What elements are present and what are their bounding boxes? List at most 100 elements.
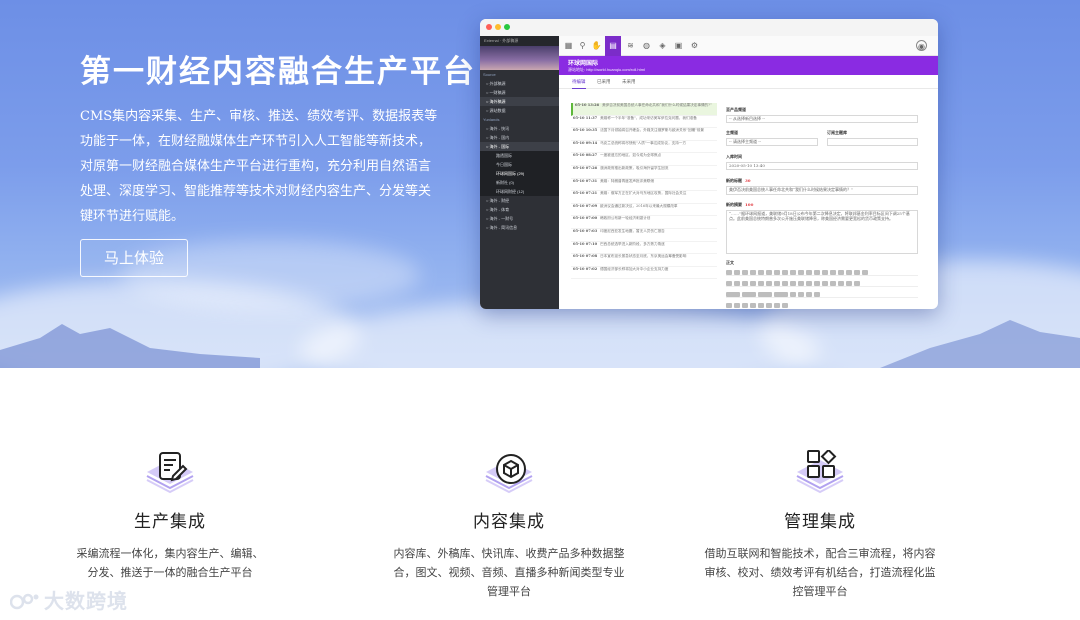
watermark-logo-icon bbox=[10, 593, 39, 610]
title-char-count: 30 bbox=[745, 178, 751, 183]
feature-title: 管理集成 bbox=[784, 512, 856, 532]
news-time: 05-10 07:08 bbox=[573, 254, 598, 259]
sidebar-item[interactable]: ○ 海外 - 国际 bbox=[480, 142, 559, 151]
sidebar-item[interactable]: ○ 海外 - 财经 bbox=[480, 196, 559, 205]
news-list-item[interactable]: 05-10 09:14 乌克兰总统称将尽快就"人质"一事达成协议，支持一方 bbox=[571, 141, 717, 154]
document-edit-icon bbox=[143, 450, 197, 494]
news-time: 05-10 07:09 bbox=[573, 203, 598, 208]
subscription-label: 订阅主题库 bbox=[827, 130, 847, 135]
tab-pending[interactable]: 待编辑 bbox=[572, 79, 586, 89]
mock-sidebar-title: External · 外部稿源 bbox=[480, 36, 559, 46]
tab-used[interactable]: 已采用 bbox=[597, 79, 611, 85]
news-list-item[interactable]: 05-10 07:31 美媒：特朗普再度发声批评美联储 bbox=[571, 179, 717, 192]
tab-unused[interactable]: 未采用 bbox=[622, 79, 636, 85]
sidebar-item[interactable]: ○ 海外 - 体育 bbox=[480, 205, 559, 214]
sidebar-item[interactable]: ○ 海外稿源 bbox=[480, 97, 559, 106]
mock-toolbar: ▦ ⚲ ✋ ▤ ≋ ◍ ◈ ▣ ⚙ ◉ bbox=[559, 36, 938, 56]
sidebar-item[interactable]: ○ 源站数据 bbox=[480, 106, 559, 115]
user-avatar-icon[interactable]: ◉ bbox=[916, 40, 927, 51]
feature-content: 内容集成 内容库、外稿库、快讯库、收费产品多种数据整合，图文、视频、音频、直播多… bbox=[359, 450, 659, 601]
news-list-item[interactable]: 05-10 07:10 巴西总统选举进入新阶段，多方势力角逐 bbox=[571, 242, 717, 255]
maximize-dot-icon bbox=[504, 24, 510, 30]
product-channel-select[interactable]: -- 从选择新目选择 -- bbox=[726, 115, 918, 123]
sidebar-section-header: Source bbox=[483, 72, 496, 77]
news-list-item[interactable]: 05-10 13:26 美伊否决前美国总统人事任命北共和“我们什么时候结果决定事情… bbox=[571, 103, 717, 116]
news-time: 05-10 09:14 bbox=[573, 140, 598, 145]
hero-description: CMS集内容采集、生产、审核、推送、绩效考评、数据报表等功能于一体，在财经融媒体… bbox=[80, 109, 438, 224]
news-time: 05-10 07:00 bbox=[573, 216, 598, 221]
sidebar-item[interactable]: 新财社 (0) bbox=[480, 178, 559, 187]
mock-sidebar-list: Source ○ 外部稿源 ○ 一财稿源 ○ 海外稿源 ○ 源站数据 Yunlands ○ … bbox=[480, 70, 559, 232]
globe-icon[interactable]: ◍ bbox=[641, 40, 652, 51]
window-titlebar bbox=[480, 19, 938, 36]
sidebar-item[interactable]: ○ 海外 - 简讯信息 bbox=[480, 223, 559, 232]
minimize-dot-icon bbox=[495, 24, 501, 30]
sidebar-item[interactable]: 今日国际 bbox=[480, 160, 559, 169]
time-input[interactable]: 2020-05-10 13:40 bbox=[726, 162, 918, 170]
news-headline: 乌克兰总统称将尽快就"人质"一事达成协议，支持一方 bbox=[600, 140, 687, 145]
subscription-input[interactable] bbox=[827, 138, 918, 146]
news-time: 05-10 07:21 bbox=[573, 191, 598, 196]
news-list-item[interactable]: 05-10 07:26 澳洲政府推出新政策，吸引海外留学生回流 bbox=[571, 166, 717, 179]
news-time: 05-10 10:35 bbox=[573, 128, 598, 133]
news-list-item[interactable]: 05-10 07:03 印度尼西亚发生地震，暂无人员伤亡报告 bbox=[571, 229, 717, 242]
sidebar-item[interactable]: 环球网国际 (29) bbox=[480, 169, 559, 178]
sidebar-item[interactable]: ○ 一财稿源 bbox=[480, 88, 559, 97]
sidebar-item[interactable]: 环球网财经 (12) bbox=[480, 187, 559, 196]
editor-toolbar-row[interactable] bbox=[726, 269, 918, 276]
close-dot-icon bbox=[486, 24, 492, 30]
mock-tabs: 待编辑 已采用 未采用 bbox=[559, 75, 938, 89]
feature-title: 内容集成 bbox=[473, 512, 545, 532]
news-headline: 澳洲政府推出新政策，吸引海外留学生回流 bbox=[600, 165, 669, 170]
news-headline: 美媒：特朗普再度发声批评美联储 bbox=[600, 178, 654, 183]
source-header: 环球网国际 源站地址: http://world.huanqiu.com/rol… bbox=[559, 56, 938, 75]
news-list-item[interactable]: 05-10 10:35 法国下月领袖将召开峰会，外媒关注俄罗斯与欧洲关系"回暖"前… bbox=[571, 128, 717, 141]
news-list-item[interactable]: 05-10 08:27 一度被遗忘的地区，如今成为全球焦点 bbox=[571, 153, 717, 166]
document-icon[interactable]: ▤ bbox=[605, 36, 621, 56]
title-input[interactable]: 美伊否决前美国总统人事任命北共和“我们什么时候结果决定事情的？” bbox=[726, 186, 918, 195]
sidebar-item[interactable]: 路透国际 bbox=[480, 151, 559, 160]
mock-edit-form: 至产品频道 -- 从选择新目选择 -- 主频道 -- 请选择主频道 -- 订阅主… bbox=[726, 103, 921, 329]
news-list-item[interactable]: 05-10 07:21 美媒：俄军方正在扩大对乌东地区攻势，国际社会关注 bbox=[571, 191, 717, 204]
main-channel-select[interactable]: -- 请选择主频道 -- bbox=[726, 138, 818, 146]
pin-icon[interactable]: ⚲ bbox=[577, 40, 588, 51]
sidebar-item[interactable]: ○ 海外 - 国内 bbox=[480, 133, 559, 142]
editor-toolbar-row[interactable] bbox=[726, 280, 918, 287]
news-time: 05-10 07:02 bbox=[573, 266, 598, 271]
grid-icon bbox=[793, 448, 847, 494]
settings-icon[interactable]: ⚙ bbox=[689, 40, 700, 51]
sidebar-item[interactable]: ○ 外部稿源 bbox=[480, 79, 559, 88]
news-list-item[interactable]: 05-10 07:09 欧洲议会通过新决议，2016年以来最大规模改革 bbox=[571, 204, 717, 217]
news-list-item[interactable]: 05-10 07:02 德国经济部长称将加大对中小企业支持力度 bbox=[571, 267, 717, 280]
sidebar-item[interactable]: ○ 海外 - 一财号 bbox=[480, 214, 559, 223]
news-list-item[interactable]: 05-10 07:08 日本宣布延长紧急状态至月底，东京奥运会筹备受影响 bbox=[571, 254, 717, 267]
title-label: 新的标题 30 bbox=[726, 178, 751, 183]
hand-icon[interactable]: ✋ bbox=[591, 40, 602, 51]
editor-toolbar-row[interactable] bbox=[726, 302, 918, 309]
watermark-text: 大数跨境 bbox=[44, 589, 128, 613]
mock-news-list: 05-10 13:26 美伊否决前美国总统人事任命北共和“我们什么时候结果决定事情… bbox=[571, 103, 717, 329]
grid-icon[interactable]: ▦ bbox=[563, 40, 574, 51]
hero-title: 第一财经内容融合生产平台 bbox=[80, 54, 476, 90]
mock-sidebar-image bbox=[480, 46, 559, 70]
layers-icon[interactable]: ◈ bbox=[657, 40, 668, 51]
news-list-item[interactable]: 05-10 07:00 韩政府公布新一轮经济刺激计划 bbox=[571, 216, 717, 229]
try-now-button[interactable]: 马上体验 bbox=[80, 239, 188, 277]
news-time: 05-10 11:37 bbox=[573, 115, 598, 120]
summary-textarea[interactable]: “……”据环球网报道，美联储9月18日公布今年第二次降息决定，将联邦基金利率目标… bbox=[726, 210, 918, 254]
news-time: 05-10 13:26 bbox=[575, 103, 600, 107]
editor-toolbar-row[interactable] bbox=[726, 291, 918, 298]
news-headline: 美媒：俄军方正在扩大对乌东地区攻势，国际社会关注 bbox=[600, 191, 687, 196]
time-label: 入库时间 bbox=[726, 154, 742, 159]
sidebar-item[interactable]: ○ 海外 - 快讯 bbox=[480, 124, 559, 133]
source-url: 源站地址: http://world.huanqiu.com/roll.html bbox=[568, 67, 645, 72]
product-channel-label: 至产品频道 bbox=[726, 107, 746, 112]
feature-title: 生产集成 bbox=[134, 512, 206, 532]
feature-management: 管理集成 借助互联网和智能技术，配合三审流程，将内容审核、校对、绩效考评有机结合… bbox=[670, 448, 970, 601]
news-headline: 韩政府公布新一轮经济刺激计划 bbox=[600, 216, 651, 221]
wifi-icon[interactable]: ≋ bbox=[625, 40, 636, 51]
film-icon[interactable]: ▣ bbox=[673, 40, 684, 51]
feature-description: 采编流程一体化，集内容生产、编辑、分发、推送于一体的融合生产平台 bbox=[76, 547, 264, 579]
sidebar-section-header: Yunlands bbox=[483, 117, 500, 122]
news-list-item[interactable]: 05-10 11:37 美媒称一个半年"准备"，成功采访美军伊拉克问题，我们准备 bbox=[571, 116, 717, 129]
